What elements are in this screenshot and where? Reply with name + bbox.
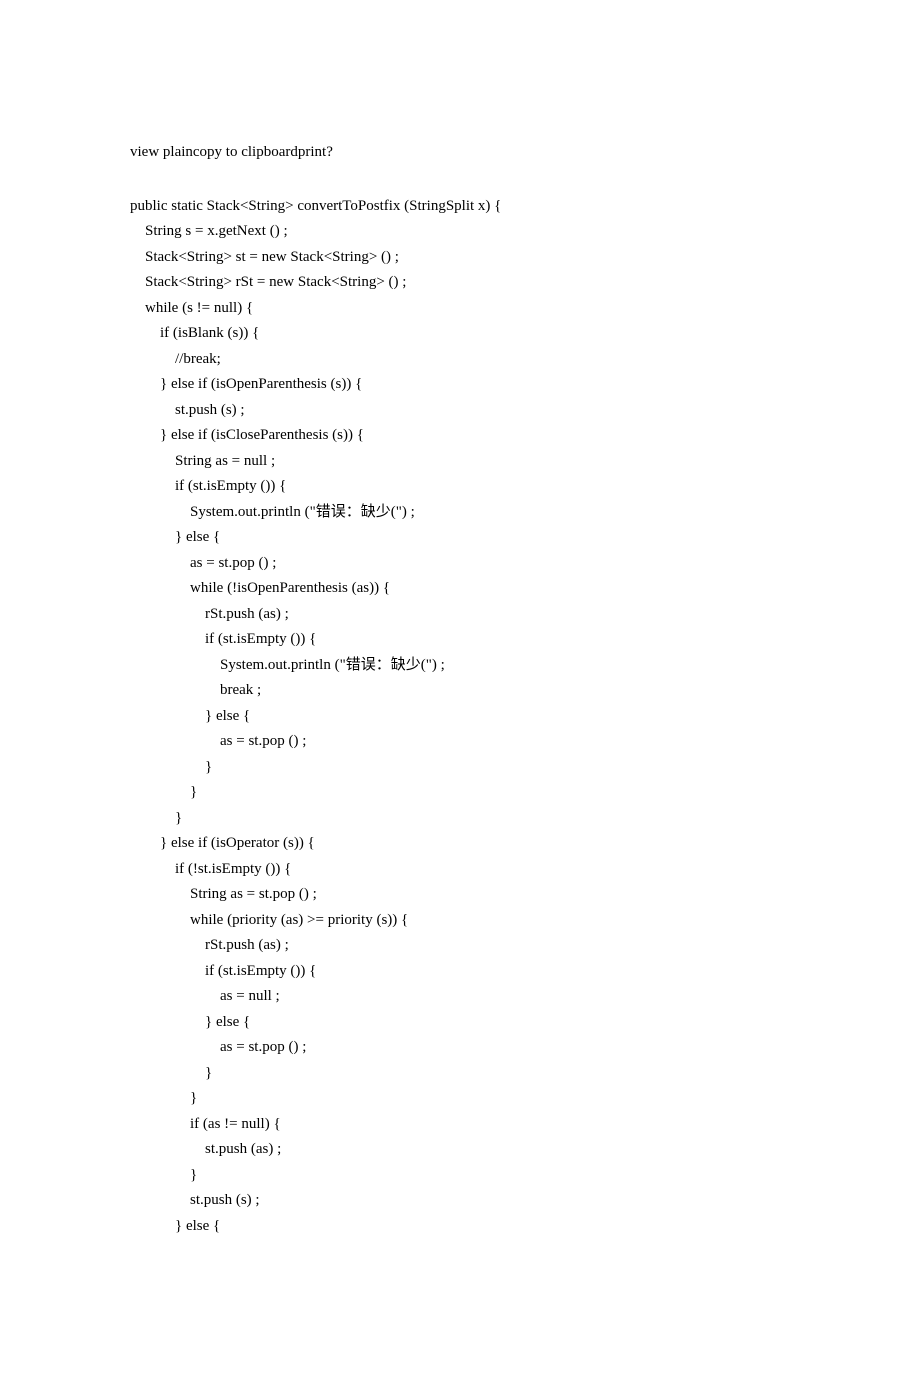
- code-block: public static Stack<String> convertToPos…: [130, 194, 790, 1240]
- header-text: view plaincopy to clipboardprint?: [130, 140, 790, 166]
